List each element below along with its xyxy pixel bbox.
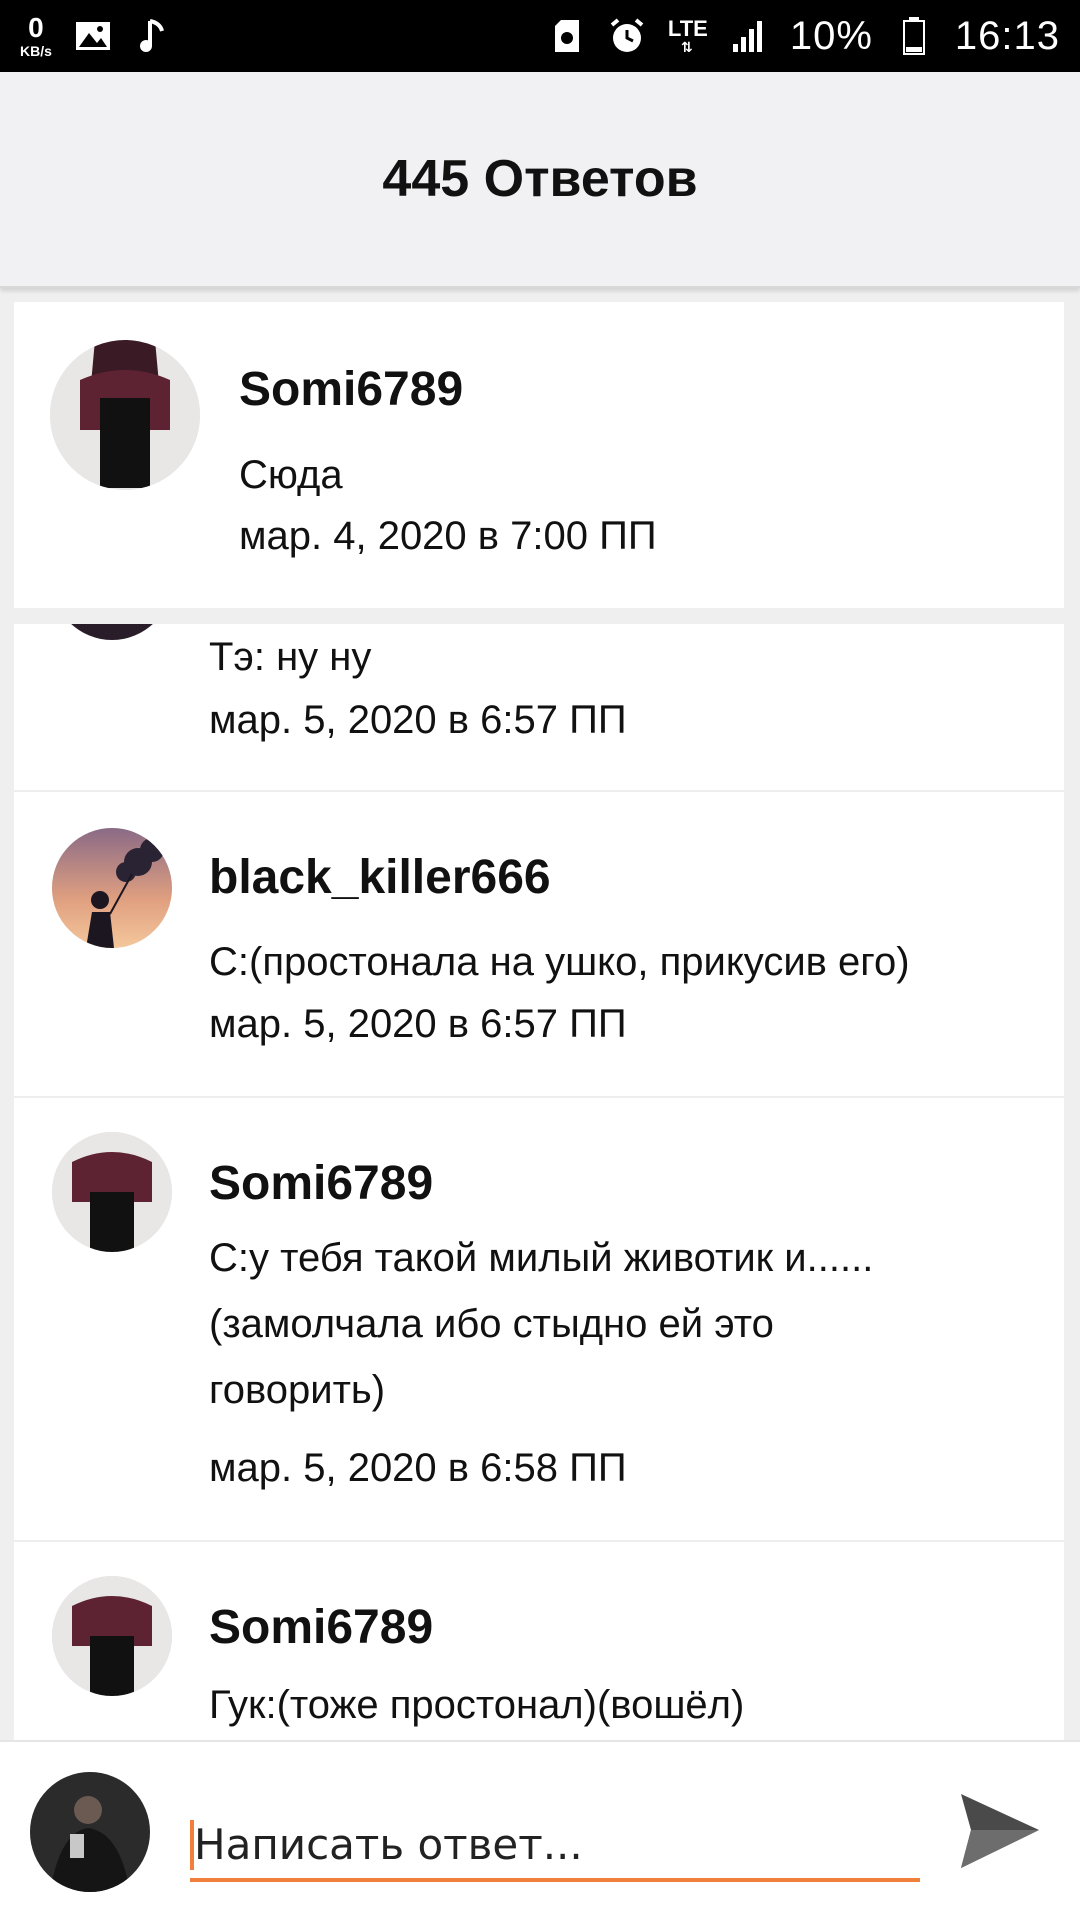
- reply-message: С:у тебя такой милый животик и...... (за…: [209, 1225, 873, 1423]
- network-speed: 0 KB/s: [20, 12, 52, 59]
- avatar[interactable]: [50, 340, 200, 490]
- battery-percent: 10%: [789, 13, 873, 58]
- music-note-icon: [134, 17, 172, 55]
- reply-message: Гук:(тоже простонал)(вошёл): [209, 1683, 745, 1727]
- send-icon: [961, 1794, 1039, 1868]
- reply-date: мар. 5, 2020 в 6:57 ПП: [209, 1002, 627, 1046]
- avatar[interactable]: [52, 1132, 172, 1252]
- reply-input[interactable]: Написать ответ...: [190, 1802, 920, 1882]
- data-arrows-icon: ⇅: [681, 39, 695, 55]
- battery-icon: [895, 17, 933, 55]
- recycle-sim-icon: [548, 17, 586, 55]
- avatar[interactable]: [52, 828, 172, 948]
- reply-composer: Написать ответ...: [0, 1740, 1080, 1920]
- avatar[interactable]: [52, 1576, 172, 1696]
- reply-input-placeholder: Написать ответ...: [194, 1820, 583, 1869]
- alarm-icon: [608, 17, 646, 55]
- reply-message-line: С:у тебя такой милый животик и......: [209, 1236, 874, 1280]
- reply-date: мар. 5, 2020 в 6:57 ПП: [209, 698, 627, 742]
- reply-date: мар. 4, 2020 в 7:00 ПП: [239, 514, 657, 558]
- username[interactable]: Somi6789: [209, 1600, 433, 1655]
- network-type: LTE ⇅: [667, 16, 708, 55]
- network-speed-value: 0: [28, 12, 44, 43]
- status-right: LTE ⇅ 10% 16:13: [548, 14, 1060, 59]
- my-avatar[interactable]: [30, 1772, 150, 1892]
- reply-message-line: говорить): [209, 1368, 386, 1412]
- username[interactable]: Somi6789: [239, 362, 463, 417]
- divider: [14, 1096, 1064, 1098]
- status-left: 0 KB/s: [20, 14, 172, 58]
- signal-icon: [730, 17, 768, 55]
- reply-card[interactable]: Somi6789 Сюда мар. 4, 2020 в 7:00 ПП: [14, 302, 1064, 608]
- status-bar: 0 KB/s LTE ⇅ 10% 16:13: [0, 0, 1080, 72]
- reply-message: Тэ: ну ну: [209, 635, 372, 679]
- header: 445 Ответов: [0, 72, 1080, 288]
- network-type-label: LTE: [667, 16, 708, 41]
- image-icon: [74, 17, 112, 55]
- reply-message-line: (замолчала ибо стыдно ей это: [209, 1302, 774, 1346]
- send-button[interactable]: [955, 1786, 1045, 1876]
- username[interactable]: Somi6789: [209, 1156, 433, 1211]
- clock: 16:13: [954, 13, 1060, 58]
- replies-list: Тэ: ну ну мар. 5, 2020 в 6:57 ПП black_k…: [14, 624, 1064, 1740]
- divider: [14, 1540, 1064, 1542]
- divider: [14, 790, 1064, 792]
- page-title: 445 Ответов: [382, 150, 698, 208]
- username[interactable]: black_killer666: [209, 850, 551, 905]
- network-speed-unit: KB/s: [20, 43, 52, 59]
- reply-message: С:(простонала на ушко, прикусив его): [209, 940, 910, 984]
- avatar[interactable]: [52, 624, 172, 640]
- reply-date: мар. 5, 2020 в 6:58 ПП: [209, 1446, 627, 1490]
- reply-message: Сюда: [239, 453, 343, 497]
